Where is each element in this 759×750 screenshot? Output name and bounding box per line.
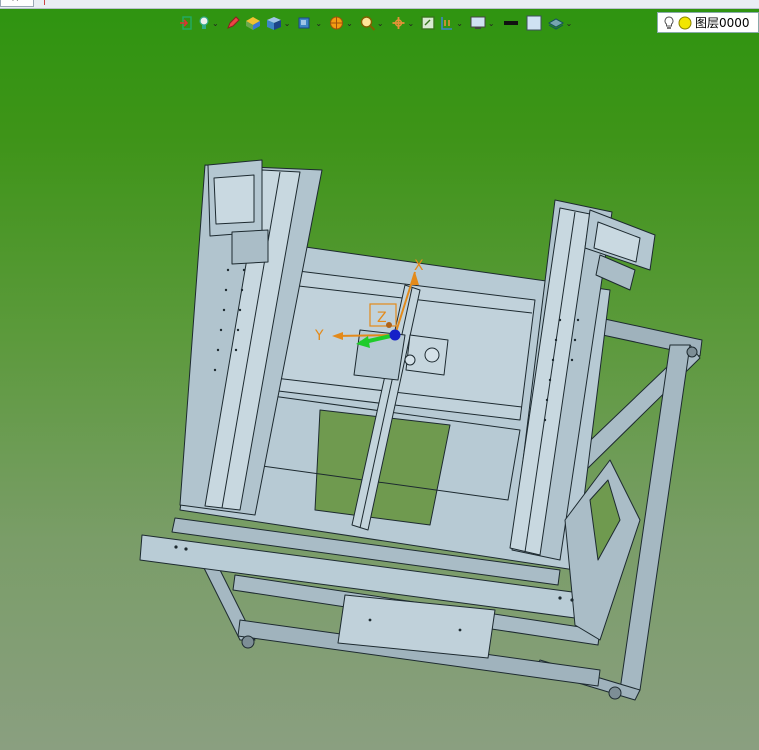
layer-selector[interactable]: 图层0000: [657, 12, 759, 33]
view-cube-icon: [298, 17, 310, 29]
chevron-down-icon[interactable]: ⌄: [346, 19, 353, 28]
box-button[interactable]: [244, 13, 262, 33]
render-button[interactable]: ⌄: [328, 13, 356, 33]
left-motor-mount: [231, 229, 269, 265]
chevron-down-icon[interactable]: ⌄: [456, 19, 463, 28]
orient-button[interactable]: ⌄: [390, 13, 418, 33]
display-settings-icon: [470, 16, 486, 29]
wheel: [241, 635, 255, 649]
wheel: [686, 346, 698, 358]
chevron-down-icon[interactable]: ⌄: [315, 19, 322, 28]
box-solid-icon: [245, 17, 260, 30]
view-cube-button[interactable]: ⌄: [296, 13, 325, 33]
layer-stack-button[interactable]: ⌄: [547, 13, 576, 33]
section-view-button[interactable]: ⌄: [439, 13, 466, 33]
cube-blue-icon: [266, 17, 281, 30]
pen-button[interactable]: [225, 13, 241, 33]
chevron-down-icon[interactable]: ⌄: [212, 19, 219, 28]
zoom-button[interactable]: ⌄: [359, 13, 387, 33]
section-view-icon: [441, 17, 453, 30]
chevron-down-icon[interactable]: ⌄: [408, 19, 415, 28]
pen-icon: [226, 16, 240, 29]
light-button[interactable]: ⌄: [197, 13, 222, 33]
line-color-icon: [503, 21, 518, 25]
graphics-viewport[interactable]: ×: [0, 0, 759, 750]
display-settings-button[interactable]: ⌄: [469, 13, 498, 33]
sketch-frame-icon: [421, 16, 435, 30]
exit-sketch-icon: [180, 16, 192, 30]
fill-color-button[interactable]: [524, 13, 544, 33]
basketball-render-icon: [330, 16, 344, 30]
chevron-down-icon[interactable]: ⌄: [284, 19, 291, 28]
wheel: [608, 686, 622, 700]
light-bulb-icon: [199, 16, 209, 29]
orient-axis-icon: [392, 17, 405, 29]
light-bulb-icon: [664, 15, 674, 29]
triad-z-label: Z: [377, 310, 387, 326]
chevron-down-icon[interactable]: ⌄: [377, 19, 384, 28]
zoom-icon: [360, 16, 376, 31]
triad-x-label: X: [414, 258, 424, 274]
layer-color-dot-icon: [678, 16, 692, 29]
line-color-button[interactable]: [501, 13, 521, 33]
layer-stack-icon: [547, 18, 564, 30]
chevron-down-icon[interactable]: ⌄: [488, 19, 495, 28]
layer-name: 图层0000: [695, 16, 750, 30]
sketch-frame-button[interactable]: [420, 13, 436, 33]
cube-button[interactable]: ⌄: [265, 13, 294, 33]
cad-model[interactable]: X Y Z: [0, 0, 759, 750]
exit-sketch-button[interactable]: [178, 13, 194, 33]
view-toolbar: ⌄ ⌄ ⌄ ⌄ ⌄ ⌄ ⌄ ⌄ ⌄: [178, 12, 575, 34]
triad-y-label: Y: [314, 328, 324, 344]
chevron-down-icon[interactable]: ⌄: [566, 19, 573, 28]
fill-color-icon: [526, 15, 542, 31]
